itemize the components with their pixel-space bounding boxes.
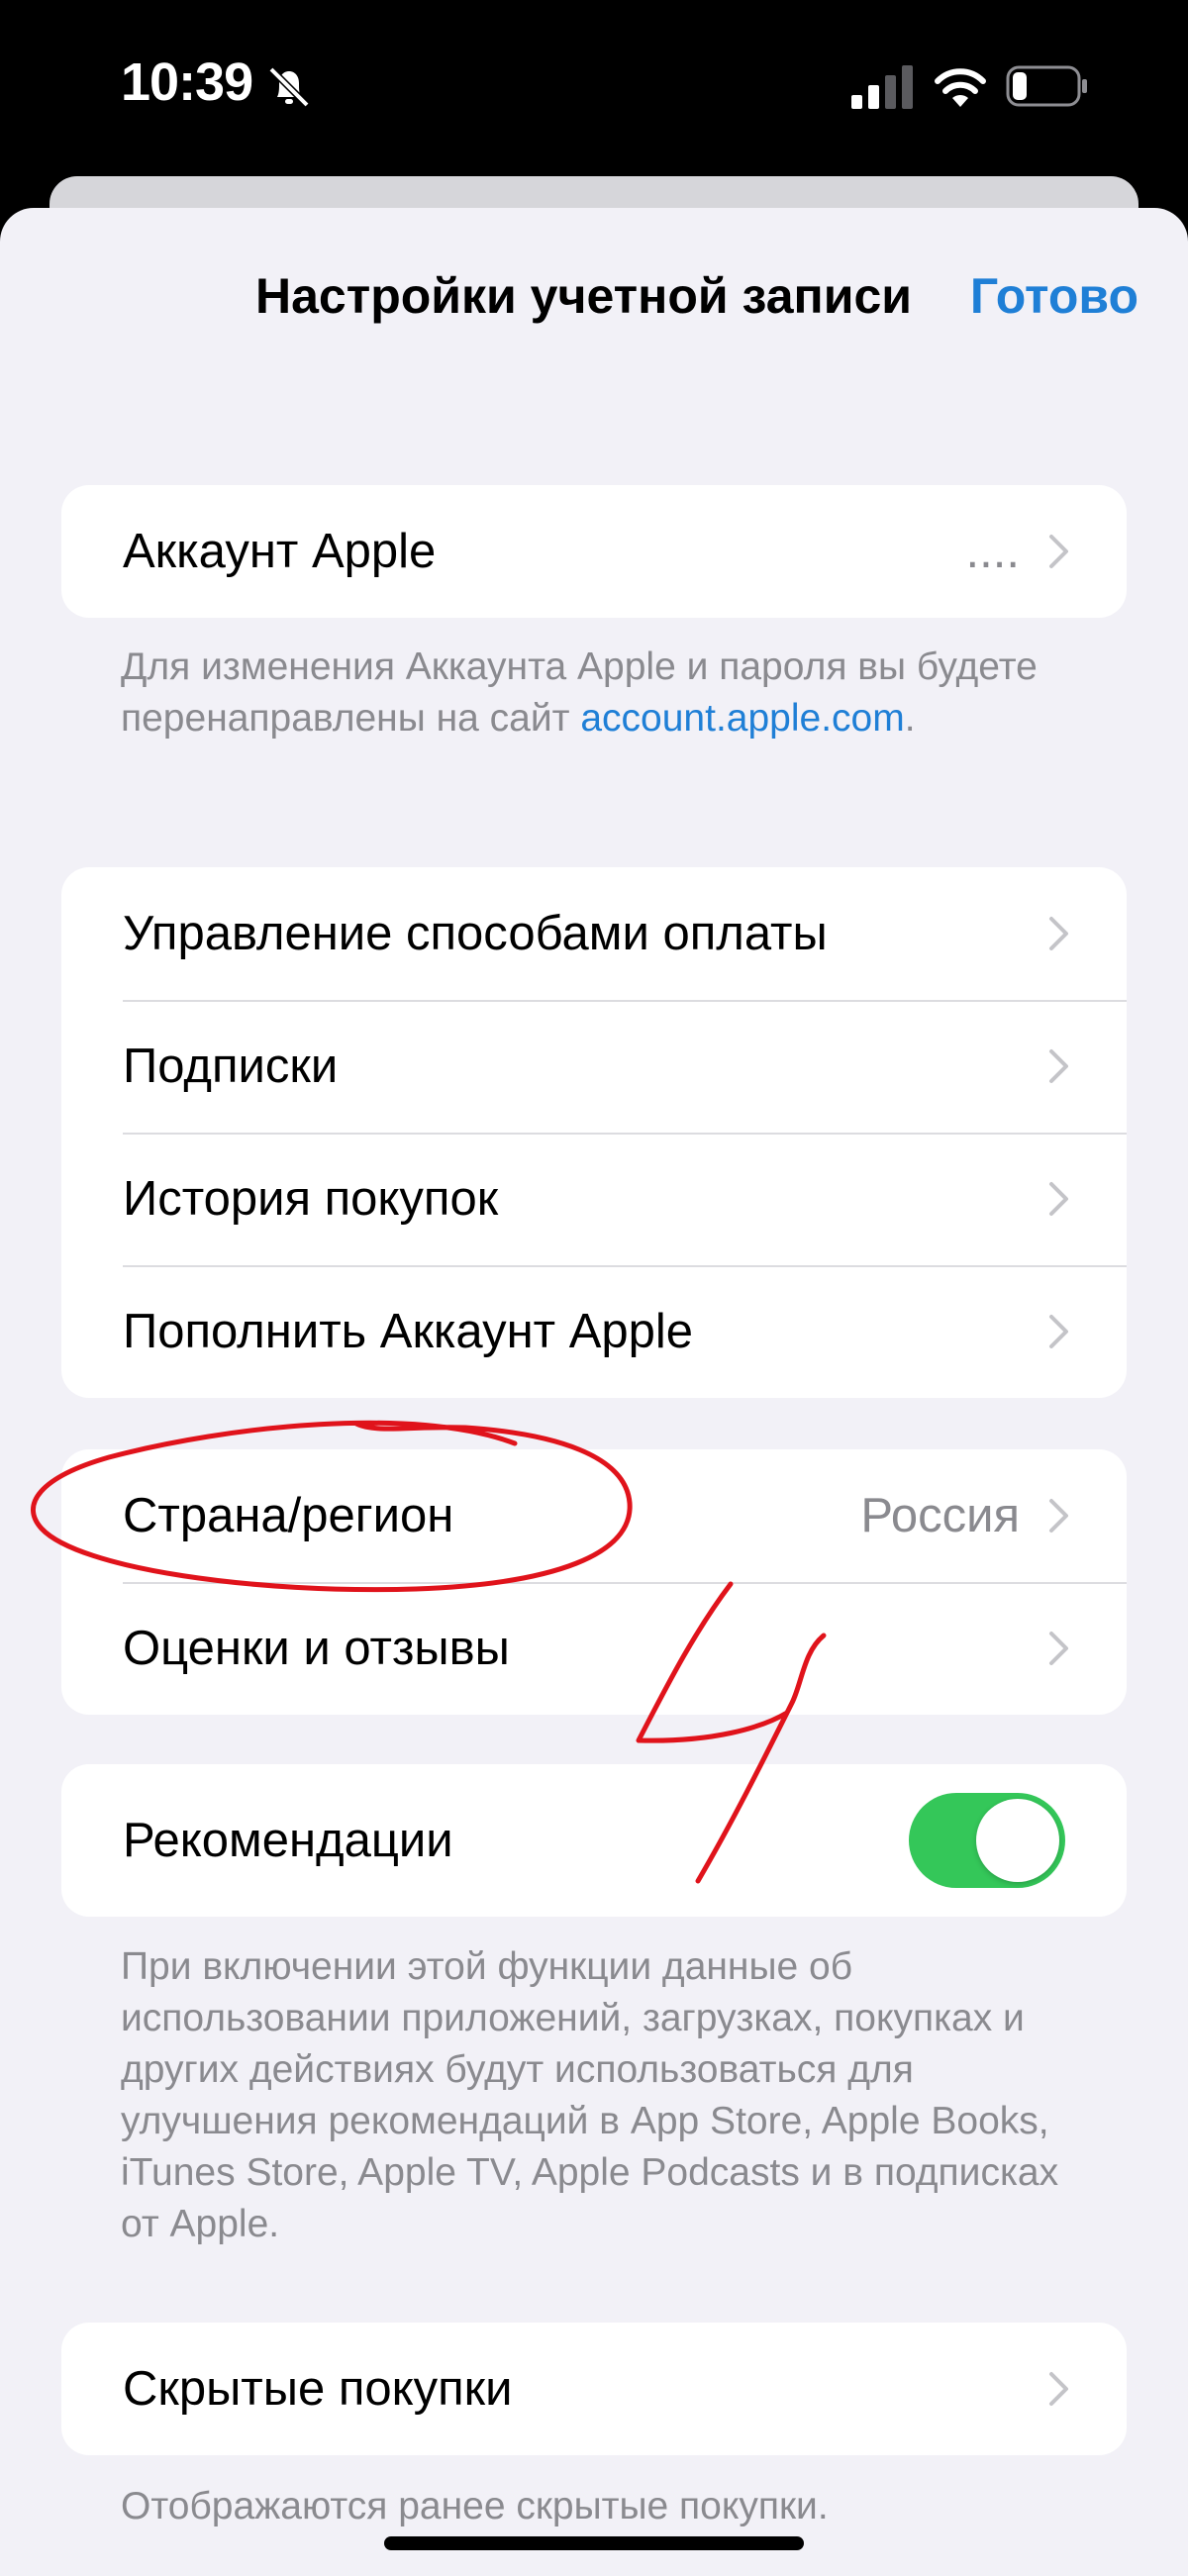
add-funds-row[interactable]: Пополнить Аккаунт Apple (61, 1265, 1127, 1398)
apple-account-footer: Для изменения Аккаунта Apple и пароля вы… (121, 642, 1071, 744)
chevron-right-icon (1049, 1499, 1068, 1533)
payment-methods-row[interactable]: Управление способами оплаты (61, 867, 1127, 1000)
apple-account-value: .... (965, 525, 1020, 578)
chevron-right-icon (1049, 1182, 1068, 1216)
home-indicator[interactable] (384, 2536, 804, 2550)
subscriptions-label: Подписки (123, 1040, 339, 1093)
apple-account-group: Аккаунт Apple .... (61, 485, 1127, 618)
payment-methods-label: Управление способами оплаты (123, 907, 828, 960)
chevron-right-icon (1049, 1632, 1068, 1665)
recommendations-footer: При включении этой функции данные об исп… (121, 1945, 1059, 2245)
ratings-reviews-label: Оценки и отзывы (123, 1622, 510, 1675)
hidden-purchases-group: Скрытые покупки (61, 2323, 1127, 2455)
purchase-history-row[interactable]: История покупок (61, 1133, 1127, 1265)
hidden-purchases-row[interactable]: Скрытые покупки (61, 2323, 1127, 2455)
chevron-right-icon (1049, 917, 1068, 950)
chevron-right-icon (1049, 2372, 1068, 2406)
wifi-icon (935, 68, 986, 107)
status-bar: 10:39 (0, 0, 1188, 173)
toggle-knob (976, 1799, 1059, 1882)
apple-account-label: Аккаунт Apple (123, 525, 437, 578)
add-funds-label: Пополнить Аккаунт Apple (123, 1305, 694, 1358)
cellular-signal-icon (851, 65, 913, 109)
ratings-reviews-row[interactable]: Оценки и отзывы (61, 1582, 1127, 1715)
footer-period: . (904, 697, 916, 740)
apple-account-row[interactable]: Аккаунт Apple .... (61, 485, 1127, 618)
recommendations-label: Рекомендации (123, 1814, 453, 1867)
chevron-right-icon (1049, 1049, 1068, 1083)
purchase-history-label: История покупок (123, 1172, 499, 1226)
account-apple-link[interactable]: account.apple.com (580, 697, 904, 740)
battery-icon (1006, 65, 1087, 107)
page-title: Настройки учетной записи (255, 268, 913, 324)
hidden-purchases-footer: Отображаются ранее скрытые покупки. (121, 2485, 829, 2527)
bell-slash-icon (268, 66, 310, 108)
status-time: 10:39 (121, 52, 253, 112)
recommendations-group: Рекомендации (61, 1764, 1127, 1917)
done-button[interactable]: Готово (970, 267, 1138, 325)
country-region-row[interactable]: Страна/регион Россия (61, 1449, 1127, 1582)
country-region-value: Россия (860, 1489, 1020, 1542)
purchases-group: Управление способами оплаты Подписки Ист… (61, 867, 1127, 1398)
subscriptions-row[interactable]: Подписки (61, 1000, 1127, 1133)
chevron-right-icon (1049, 535, 1068, 568)
region-group: Страна/регион Россия Оценки и отзывы (61, 1449, 1127, 1715)
recommendations-toggle[interactable] (909, 1793, 1065, 1888)
country-region-label: Страна/регион (123, 1489, 454, 1542)
hidden-purchases-label: Скрытые покупки (123, 2362, 513, 2416)
chevron-right-icon (1049, 1315, 1068, 1348)
recommendations-row: Рекомендации (61, 1764, 1127, 1917)
